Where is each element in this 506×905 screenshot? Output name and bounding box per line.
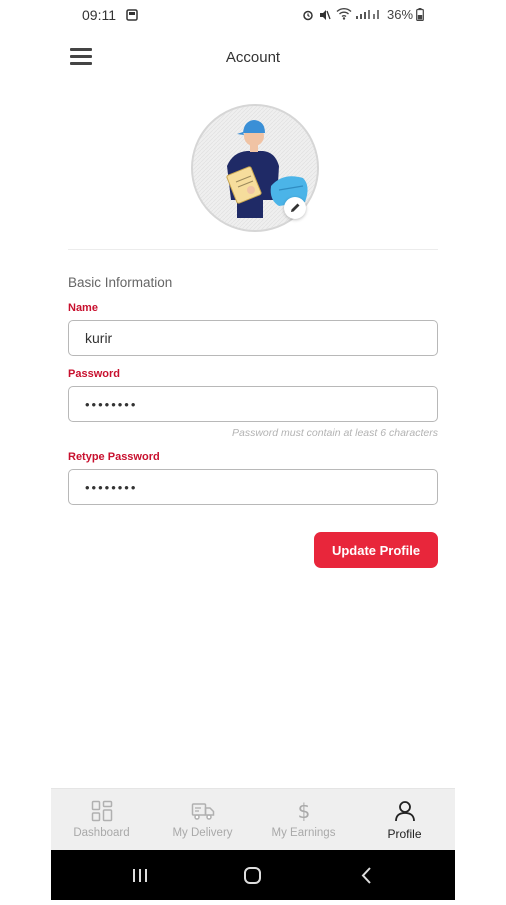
update-profile-button[interactable]: Update Profile — [314, 532, 438, 568]
retype-password-label: Retype Password — [68, 451, 160, 463]
password-input[interactable] — [68, 386, 438, 422]
back-button[interactable] — [336, 850, 396, 900]
recent-apps-button[interactable] — [110, 850, 170, 900]
retype-password-input[interactable] — [68, 469, 438, 505]
section-title: Basic Information — [68, 275, 173, 290]
nav-my-earnings[interactable]: $ My Earnings — [253, 789, 354, 851]
nav-dashboard[interactable]: Dashboard — [51, 789, 152, 851]
nav-label-dashboard: Dashboard — [73, 827, 130, 839]
page-title: Account — [225, 49, 281, 66]
gallery-icon — [126, 8, 138, 26]
mute-icon — [318, 8, 331, 26]
status-time: 09:11 — [82, 7, 116, 23]
name-label: Name — [68, 302, 98, 314]
pencil-icon — [291, 203, 300, 212]
truck-icon — [191, 803, 214, 820]
bottom-nav: Dashboard My Delivery $ My Earnings Prof… — [51, 788, 455, 851]
recent-apps-icon — [133, 869, 147, 882]
edit-avatar-button[interactable] — [284, 197, 306, 219]
system-nav-bar — [51, 850, 455, 900]
battery-percent: 36% — [387, 7, 414, 22]
password-hint: Password must contain at least 6 charact… — [231, 427, 438, 439]
nav-label-profile: Profile — [387, 827, 422, 841]
nav-profile[interactable]: Profile — [354, 789, 455, 851]
back-icon — [361, 867, 371, 884]
password-label: Password — [68, 368, 120, 380]
nav-label-my-delivery: My Delivery — [172, 827, 233, 839]
home-button[interactable] — [223, 850, 283, 900]
status-bar: 09:11 36% — [0, 0, 506, 32]
dollar-icon: $ — [297, 800, 310, 822]
name-input[interactable] — [68, 320, 438, 356]
svg-text:$: $ — [297, 800, 310, 822]
wifi-icon — [336, 7, 352, 25]
dashboard-icon — [91, 800, 112, 822]
home-icon — [244, 867, 261, 884]
signal-icon — [355, 7, 381, 25]
battery-icon — [416, 8, 424, 26]
nav-label-my-earnings: My Earnings — [271, 827, 336, 839]
person-icon — [394, 801, 415, 822]
alarm-icon — [302, 8, 314, 26]
nav-my-delivery[interactable]: My Delivery — [152, 789, 253, 851]
divider — [68, 249, 438, 250]
